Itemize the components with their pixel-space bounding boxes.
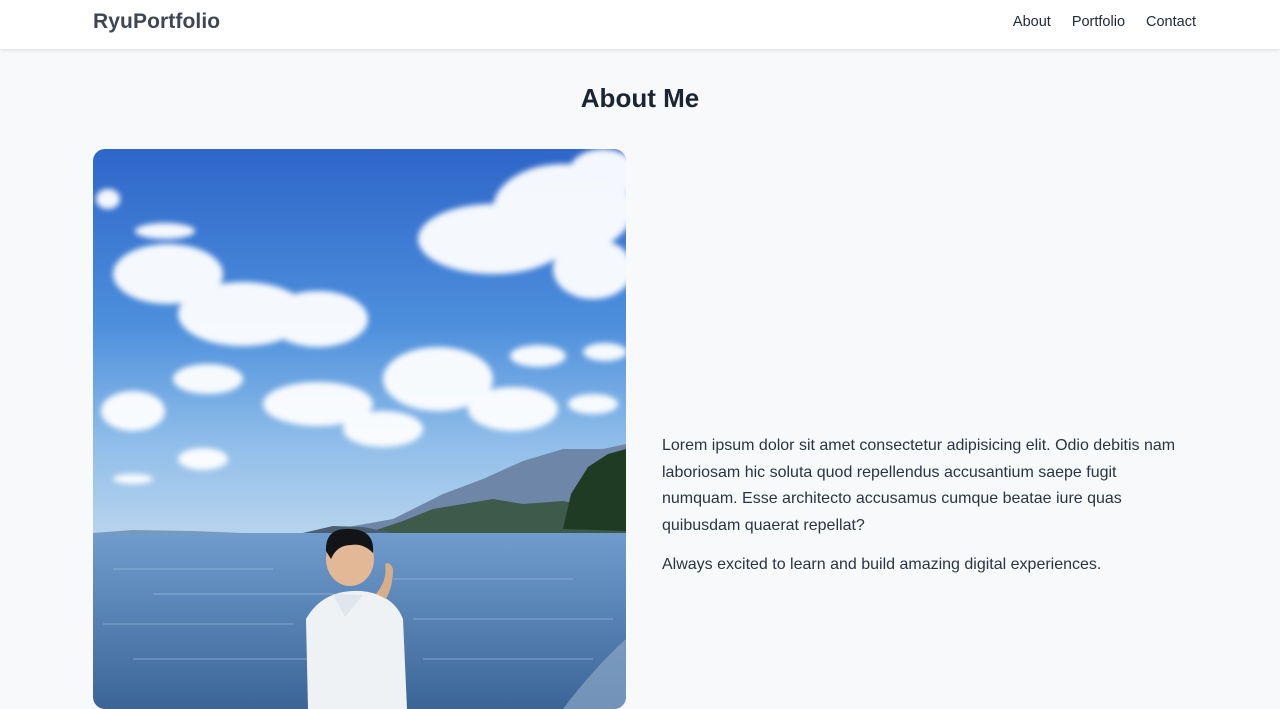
- brand-logo[interactable]: RyuPortfolio: [93, 10, 220, 34]
- nav-link-portfolio[interactable]: Portfolio: [1072, 14, 1125, 30]
- profile-photo: [93, 149, 626, 709]
- about-title: About Me: [580, 83, 700, 113]
- nav-links: About Portfolio Contact: [1013, 14, 1196, 30]
- nav-link-contact[interactable]: Contact: [1146, 14, 1196, 30]
- about-bio: Lorem ipsum dolor sit amet consectetur a…: [662, 433, 1192, 579]
- about-paragraph-1: Lorem ipsum dolor sit amet consectetur a…: [662, 437, 1176, 534]
- navbar: RyuPortfolio About Portfolio Contact: [0, 0, 1280, 49]
- nav-link-about[interactable]: About: [1013, 14, 1051, 30]
- about-paragraph-2: Always excited to learn and build amazin…: [662, 556, 1102, 573]
